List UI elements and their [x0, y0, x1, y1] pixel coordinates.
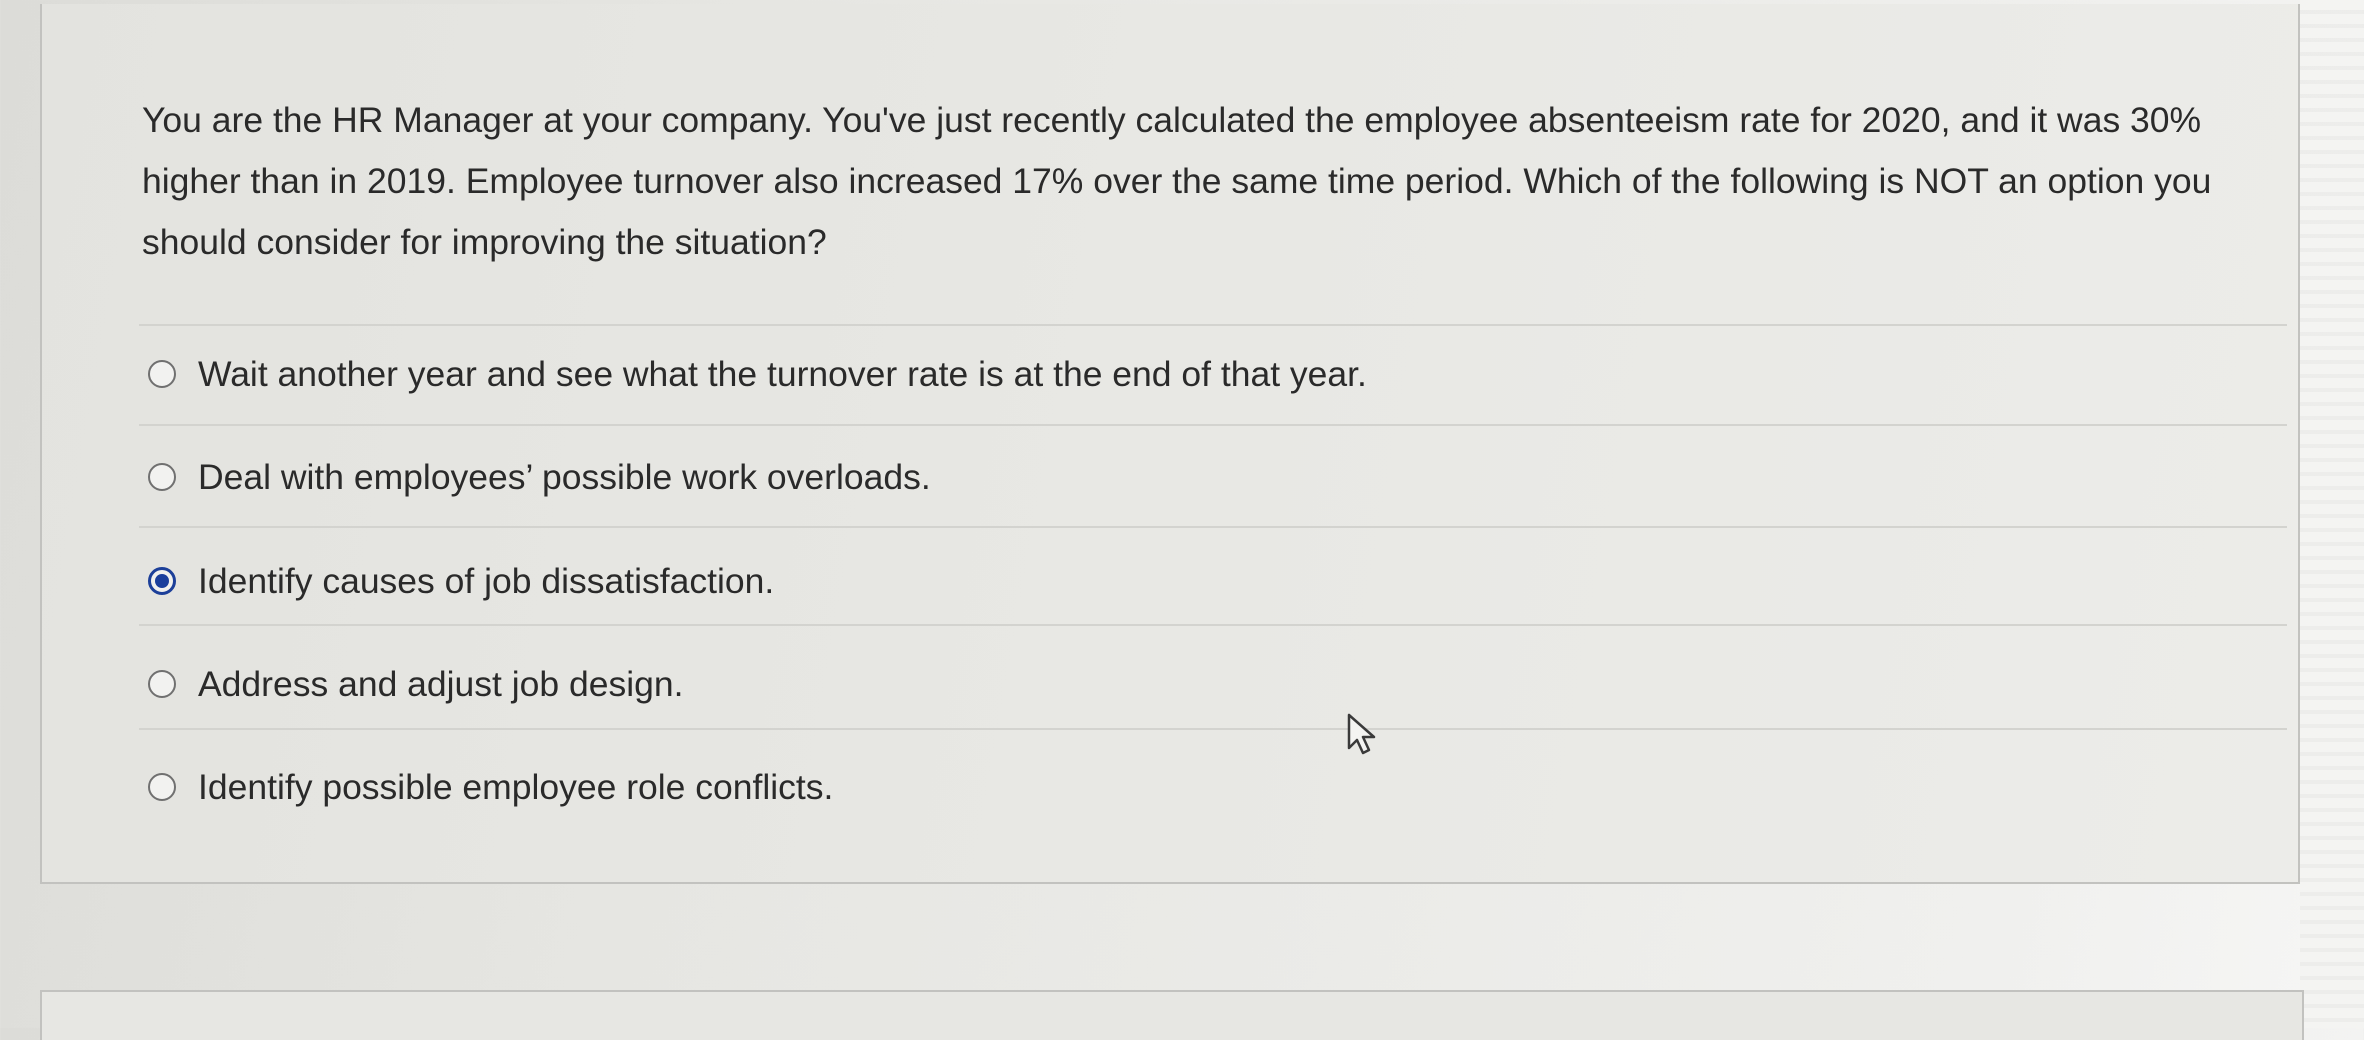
hand-pointer-icon	[1347, 713, 1376, 755]
radio-button-icon[interactable]	[148, 360, 176, 388]
divider	[139, 324, 2287, 326]
divider	[139, 424, 2287, 426]
option-job-design[interactable]: Address and adjust job design.	[148, 659, 684, 709]
radio-button-icon[interactable]	[148, 670, 176, 698]
option-work-overloads[interactable]: Deal with employees’ possible work overl…	[148, 452, 931, 502]
option-label: Address and adjust job design.	[198, 663, 684, 704]
option-wait-another-year[interactable]: Wait another year and see what the turno…	[148, 349, 1367, 399]
divider	[139, 624, 2287, 626]
screen-glare	[2300, 0, 2364, 1028]
option-label: Identify possible employee role conflict…	[198, 766, 834, 807]
option-label: Identify causes of job dissatisfaction.	[198, 560, 775, 601]
question-text: You are the HR Manager at your company. …	[142, 100, 2212, 262]
radio-button-icon[interactable]	[148, 463, 176, 491]
next-question-card	[40, 990, 2304, 1040]
option-job-dissatisfaction[interactable]: Identify causes of job dissatisfaction.	[148, 556, 774, 606]
divider	[139, 526, 2287, 528]
option-label: Wait another year and see what the turno…	[198, 353, 1367, 394]
radio-button-icon[interactable]	[148, 773, 176, 801]
option-role-conflicts[interactable]: Identify possible employee role conflict…	[148, 762, 833, 812]
radio-button-selected-icon[interactable]	[148, 567, 176, 595]
question-card: You are the HR Manager at your company. …	[40, 4, 2300, 884]
option-label: Deal with employees’ possible work overl…	[198, 456, 931, 497]
divider	[139, 728, 2287, 730]
